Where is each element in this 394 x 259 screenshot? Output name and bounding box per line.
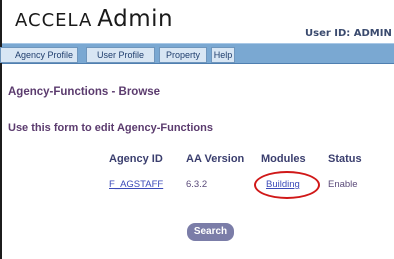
aa-version-value: 6.3.2: [186, 179, 208, 190]
tab-label: Property: [165, 50, 200, 60]
tab-user-profile[interactable]: User Profile: [86, 47, 155, 63]
nav-bar: Agency Profile User Profile Property Hel…: [0, 43, 394, 64]
tab-property[interactable]: Property: [159, 47, 207, 63]
brand-logo-text: ACCELA: [15, 10, 93, 31]
user-id-label: User ID: ADMIN: [305, 28, 392, 39]
column-header-modules: Modules: [261, 153, 306, 165]
tab-label: Help: [213, 50, 233, 60]
highlight-annotation-ring: [254, 171, 320, 199]
tab-label: User Profile: [96, 50, 144, 60]
search-button[interactable]: Search: [187, 223, 234, 241]
status-value: Enable: [328, 179, 358, 190]
app-header: ACCELA Admin User ID: ADMIN: [2, 0, 394, 43]
main-content: Agency-Functions - Browse Use this form …: [2, 64, 394, 259]
app-name: Admin: [97, 6, 174, 32]
tab-agency-profile[interactable]: Agency Profile: [0, 47, 78, 63]
column-header-status: Status: [328, 153, 362, 165]
form-instructions: Use this form to edit Agency-Functions: [8, 122, 213, 134]
tab-help[interactable]: Help: [211, 47, 235, 63]
page-title: Agency-Functions - Browse: [8, 86, 161, 98]
agency-id-link[interactable]: F_AGSTAFF: [109, 179, 163, 190]
app-logo: ACCELA Admin: [15, 6, 173, 32]
column-header-aa-version: AA Version: [186, 153, 245, 165]
column-header-agency-id: Agency ID: [109, 153, 163, 165]
tab-label: Agency Profile: [14, 50, 73, 60]
